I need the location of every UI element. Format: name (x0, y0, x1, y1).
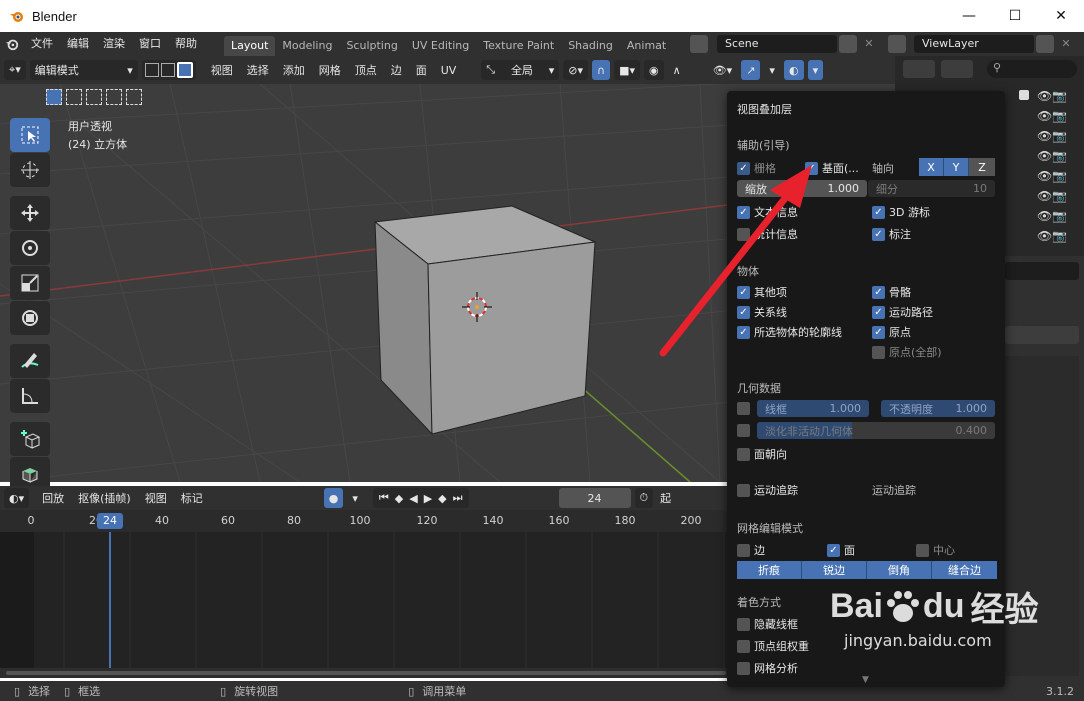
baidu-paw-icon (886, 590, 919, 622)
baidu-watermark: Bai du 经验 jingyan.baidu.com (830, 582, 1038, 650)
watermark-cn: 经验 (970, 591, 1039, 629)
watermark-brand-du: du (922, 587, 965, 625)
watermark-brand: Bai (830, 587, 883, 625)
watermark-url: jingyan.baidu.com (844, 631, 992, 650)
